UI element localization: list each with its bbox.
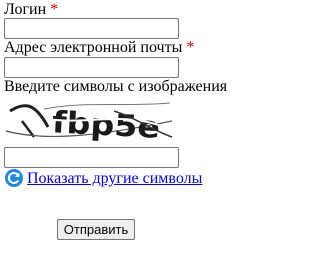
captcha-label: Введите символы с изображения (4, 78, 228, 95)
refresh-captcha-link[interactable]: Показать другие символы (4, 168, 202, 188)
email-input[interactable] (4, 57, 179, 78)
refresh-link-label: Показать другие символы (27, 170, 203, 187)
login-label-text: Логин (4, 1, 47, 18)
captcha-image: fbp5e (4, 97, 174, 145)
login-label: Логин * (4, 1, 58, 19)
email-label: Адрес электронной почты * (4, 39, 194, 57)
captcha-input[interactable] (4, 147, 179, 168)
email-label-text: Адрес электронной почты (4, 39, 183, 56)
captcha-noise: fbp5e (5, 102, 173, 145)
login-required-mark: * (50, 1, 59, 18)
submit-button[interactable]: Отправить (57, 219, 135, 240)
email-required-mark: * (186, 39, 195, 56)
refresh-icon (4, 168, 24, 188)
login-input[interactable] (4, 18, 179, 39)
